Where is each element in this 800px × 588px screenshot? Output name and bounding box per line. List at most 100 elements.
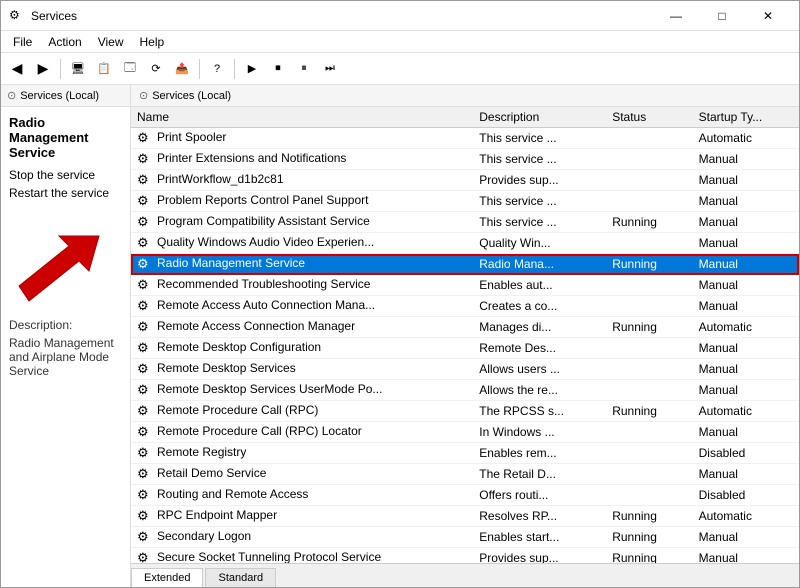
service-name-cell: ⚙Printer Extensions and Notifications <box>131 149 473 170</box>
service-desc-cell: The Retail D... <box>473 464 606 485</box>
services-table-container[interactable]: Name Description Status Startup Ty... ⚙P… <box>131 107 799 563</box>
service-startup-cell: Manual <box>693 338 799 359</box>
service-icon: ⚙ <box>137 340 153 356</box>
service-startup-cell: Automatic <box>693 506 799 527</box>
maximize-button[interactable]: □ <box>699 1 745 31</box>
table-row[interactable]: ⚙Routing and Remote AccessOffers routi..… <box>131 485 799 506</box>
service-icon: ⚙ <box>137 319 153 335</box>
content-header: ⊙ Services (Local) <box>131 85 799 107</box>
service-name-cell: ⚙Remote Registry <box>131 443 473 464</box>
service-desc-cell: Allows the re... <box>473 380 606 401</box>
service-status-cell <box>606 443 692 464</box>
service-name-cell: ⚙Routing and Remote Access <box>131 485 473 506</box>
service-name-cell: ⚙Remote Desktop Services <box>131 359 473 380</box>
service-icon: ⚙ <box>137 235 153 251</box>
content-header-label: Services (Local) <box>152 90 231 102</box>
tab-extended[interactable]: Extended <box>131 568 203 587</box>
service-desc-cell: Allows users ... <box>473 359 606 380</box>
service-icon: ⚙ <box>137 193 153 209</box>
stop-suffix: the service <box>34 168 95 182</box>
service-status-cell <box>606 170 692 191</box>
start-service-button[interactable]: ▶ <box>240 57 264 81</box>
table-row[interactable]: ⚙PrintWorkflow_d1b2c81Provides sup...Man… <box>131 170 799 191</box>
menu-bar: File Action View Help <box>1 31 799 53</box>
table-row[interactable]: ⚙Secure Socket Tunneling Protocol Servic… <box>131 548 799 564</box>
service-startup-cell: Manual <box>693 296 799 317</box>
table-row[interactable]: ⚙RPC Endpoint MapperResolves RP...Runnin… <box>131 506 799 527</box>
service-name-label: PrintWorkflow_d1b2c81 <box>157 172 284 186</box>
pause-service-button[interactable]: ⏸ <box>292 57 316 81</box>
table-row[interactable]: ⚙Problem Reports Control Panel SupportTh… <box>131 191 799 212</box>
service-name-label: Secure Socket Tunneling Protocol Service <box>157 550 381 563</box>
restart-link[interactable]: Restart the service <box>9 186 122 200</box>
service-desc-cell: This service ... <box>473 128 606 149</box>
table-row[interactable]: ⚙Remote Access Connection ManagerManages… <box>131 317 799 338</box>
show-hide-console-tree[interactable]: 🖥 <box>66 57 90 81</box>
col-status: Status <box>606 107 692 128</box>
service-status-cell: Running <box>606 254 692 275</box>
service-icon: ⚙ <box>137 172 153 188</box>
restart-service-button[interactable]: ⏭ <box>318 57 342 81</box>
service-status-cell <box>606 338 692 359</box>
services-table: Name Description Status Startup Ty... ⚙P… <box>131 107 799 563</box>
table-row[interactable]: ⚙Recommended Troubleshooting ServiceEnab… <box>131 275 799 296</box>
toolbar-separator-1 <box>60 59 61 79</box>
service-name-label: Remote Procedure Call (RPC) Locator <box>157 424 362 438</box>
table-row[interactable]: ⚙Quality Windows Audio Video Experien...… <box>131 233 799 254</box>
minimize-button[interactable]: — <box>653 1 699 31</box>
table-row[interactable]: ⚙Remote Procedure Call (RPC) LocatorIn W… <box>131 422 799 443</box>
table-row[interactable]: ⚙Remote RegistryEnables rem...Disabled <box>131 443 799 464</box>
service-name-label: Retail Demo Service <box>157 466 266 480</box>
menu-file[interactable]: File <box>5 33 40 51</box>
service-status-cell: Running <box>606 527 692 548</box>
restart-label: Restart <box>9 186 48 200</box>
service-startup-cell: Manual <box>693 170 799 191</box>
service-status-cell: Running <box>606 548 692 564</box>
bottom-tabs: Extended Standard <box>131 563 799 587</box>
table-row[interactable]: ⚙Remote Desktop Services UserMode Po...A… <box>131 380 799 401</box>
service-name-cell: ⚙Program Compatibility Assistant Service <box>131 212 473 233</box>
table-row[interactable]: ⚙Secondary LogonEnables start...RunningM… <box>131 527 799 548</box>
stop-service-button[interactable]: ⏹ <box>266 57 290 81</box>
table-row[interactable]: ⚙Printer Extensions and NotificationsThi… <box>131 149 799 170</box>
help-button[interactable]: ? <box>205 57 229 81</box>
restart-suffix: the service <box>48 186 109 200</box>
menu-help[interactable]: Help <box>132 33 173 51</box>
service-name-label: Remote Access Auto Connection Mana... <box>157 298 375 312</box>
close-button[interactable]: ✕ <box>745 1 791 31</box>
service-desc-cell: This service ... <box>473 149 606 170</box>
new-window[interactable]: 🗔 <box>118 57 142 81</box>
tab-standard[interactable]: Standard <box>205 568 276 587</box>
service-icon: ⚙ <box>137 529 153 545</box>
service-icon: ⚙ <box>137 214 153 230</box>
service-status-cell <box>606 275 692 296</box>
service-name-cell: ⚙Problem Reports Control Panel Support <box>131 191 473 212</box>
stop-link[interactable]: Stop the service <box>9 168 122 182</box>
forward-button[interactable]: ▶ <box>31 57 55 81</box>
service-desc-cell: In Windows ... <box>473 422 606 443</box>
table-row[interactable]: ⚙Retail Demo ServiceThe Retail D...Manua… <box>131 464 799 485</box>
service-desc-cell: This service ... <box>473 212 606 233</box>
table-row[interactable]: ⚙Program Compatibility Assistant Service… <box>131 212 799 233</box>
refresh-button[interactable]: ⟳ <box>144 57 168 81</box>
service-name-label: Secondary Logon <box>157 529 251 543</box>
menu-view[interactable]: View <box>90 33 132 51</box>
service-name-label: Recommended Troubleshooting Service <box>157 277 370 291</box>
table-row[interactable]: ⚙Remote Procedure Call (RPC)The RPCSS s.… <box>131 401 799 422</box>
table-row[interactable]: ⚙Remote Access Auto Connection Mana...Cr… <box>131 296 799 317</box>
export-button[interactable]: 📤 <box>170 57 194 81</box>
service-name-cell: ⚙Radio Management Service <box>131 254 473 275</box>
service-status-cell <box>606 296 692 317</box>
up-button[interactable]: 📋 <box>92 57 116 81</box>
table-row[interactable]: ⚙Radio Management ServiceRadio Mana...Ru… <box>131 254 799 275</box>
menu-action[interactable]: Action <box>40 33 89 51</box>
service-status-cell <box>606 464 692 485</box>
toolbar-separator-3 <box>234 59 235 79</box>
service-icon: ⚙ <box>137 508 153 524</box>
back-button[interactable]: ◀ <box>5 57 29 81</box>
table-row[interactable]: ⚙Remote Desktop ServicesAllows users ...… <box>131 359 799 380</box>
service-startup-cell: Manual <box>693 527 799 548</box>
table-row[interactable]: ⚙Remote Desktop ConfigurationRemote Des.… <box>131 338 799 359</box>
service-name-label: Radio Management Service <box>157 256 305 270</box>
table-row[interactable]: ⚙Print SpoolerThis service ...Automatic <box>131 128 799 149</box>
